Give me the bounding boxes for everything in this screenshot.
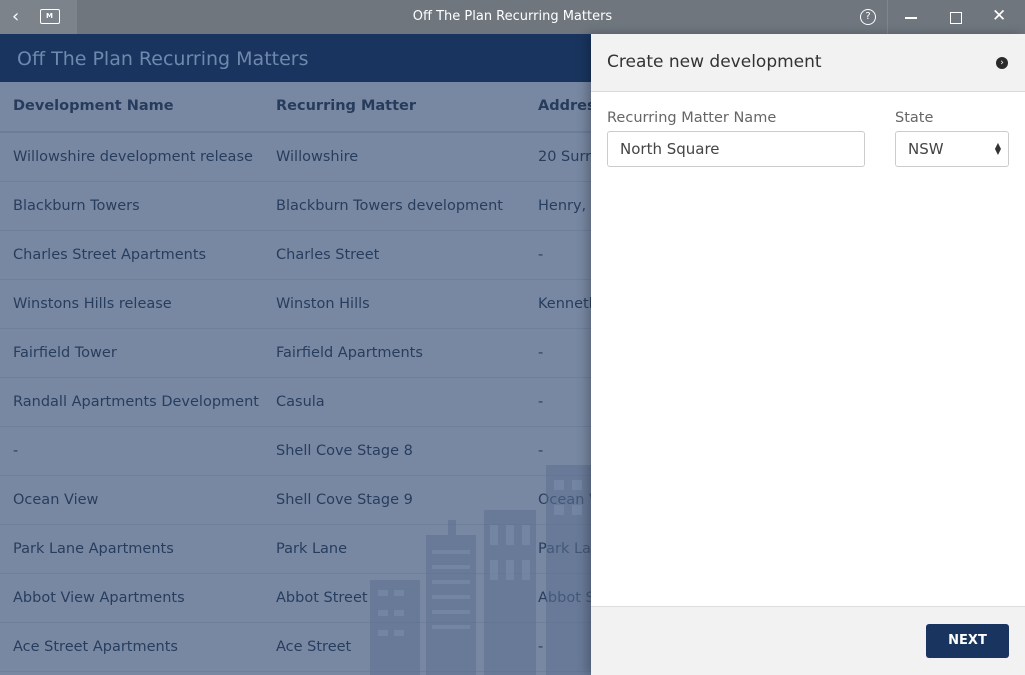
recurring-matter-name-input[interactable]: North Square	[607, 131, 865, 167]
close-icon[interactable]: ✕	[992, 7, 1006, 25]
main-area: Off The Plan Recurring Matters Developme…	[0, 34, 1025, 675]
page-title: Off The Plan Recurring Matters	[17, 48, 309, 70]
state-select-value: NSW	[908, 140, 944, 158]
minimize-icon[interactable]	[905, 17, 917, 19]
maximize-icon[interactable]	[950, 12, 962, 24]
panel-header: Create new development ›	[591, 34, 1025, 92]
create-development-panel: Create new development › Recurring Matte…	[591, 34, 1025, 675]
title-bar: ‹ M Off The Plan Recurring Matters ? ✕	[0, 0, 1025, 34]
city-skyline-illustration	[370, 465, 600, 675]
help-icon[interactable]: ?	[860, 9, 876, 25]
next-button[interactable]: NEXT	[926, 624, 1009, 658]
recurring-matter-name-label: Recurring Matter Name	[607, 110, 777, 126]
state-select[interactable]: NSW ▲ ▼	[895, 131, 1009, 167]
panel-title: Create new development	[607, 52, 822, 72]
select-arrows-icon: ▲ ▼	[994, 141, 1001, 156]
panel-footer: NEXT	[591, 606, 1025, 675]
collapse-panel-icon[interactable]: ›	[996, 57, 1008, 69]
state-label: State	[895, 110, 934, 126]
title-bar-divider	[887, 0, 888, 34]
